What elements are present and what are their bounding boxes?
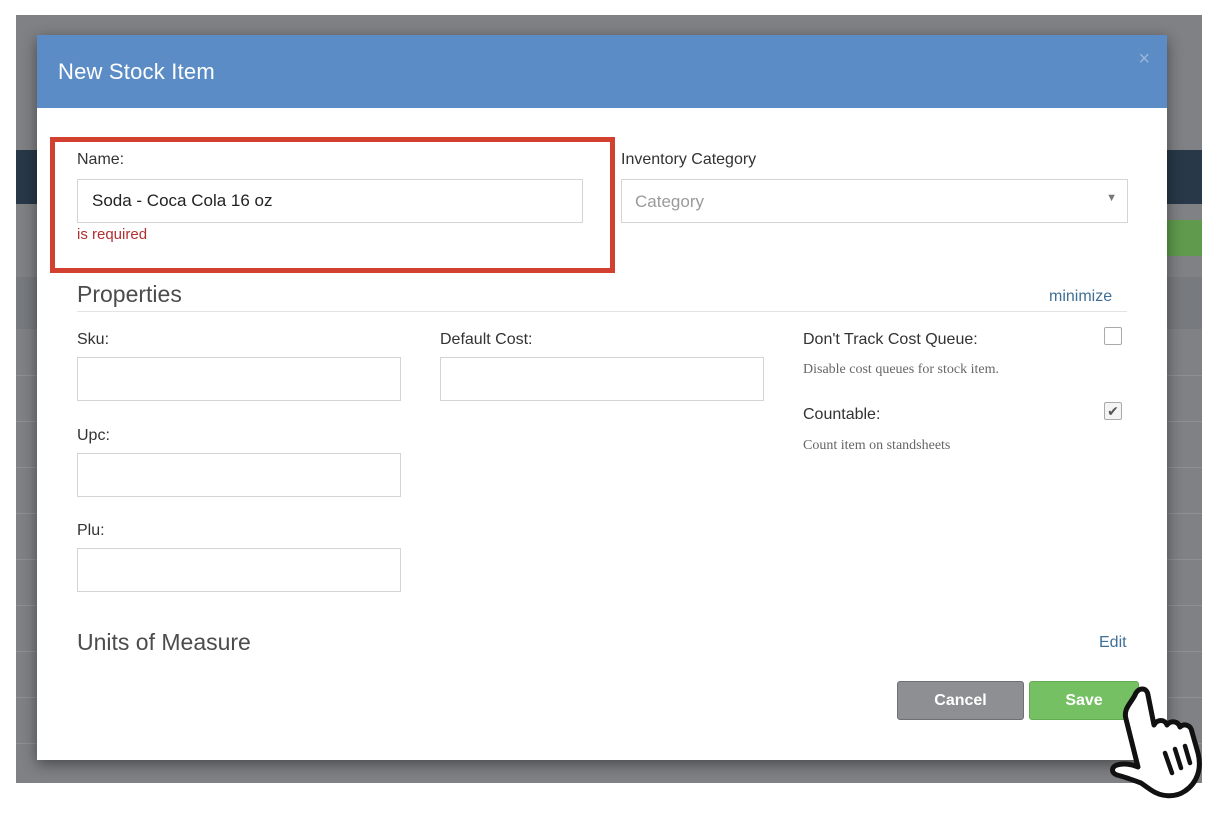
name-input[interactable] — [77, 179, 583, 223]
countable-label: Countable: — [803, 406, 881, 423]
default-cost-label: Default Cost: — [440, 331, 533, 348]
new-stock-item-modal: New Stock Item × Name: is required Inven… — [37, 35, 1167, 760]
minimize-link[interactable]: minimize — [1049, 288, 1112, 306]
default-cost-input[interactable] — [440, 357, 764, 401]
units-of-measure-heading: Units of Measure — [77, 629, 251, 655]
plu-input[interactable] — [77, 548, 401, 592]
name-error-message: is required — [77, 226, 148, 243]
dont-track-cost-queue-label: Don't Track Cost Queue: — [803, 331, 978, 348]
upc-label: Upc: — [77, 427, 110, 444]
checkmark-icon: ✔ — [1107, 402, 1119, 419]
dont-track-cost-queue-help: Disable cost queues for stock item. — [803, 362, 999, 377]
name-label: Name: — [77, 151, 125, 168]
properties-divider — [77, 311, 1127, 312]
inventory-category-placeholder: Category — [635, 192, 704, 211]
edit-units-link[interactable]: Edit — [1099, 634, 1127, 652]
cancel-button[interactable]: Cancel — [897, 681, 1024, 720]
modal-header: New Stock Item × — [37, 35, 1167, 108]
plu-label: Plu: — [77, 522, 105, 539]
chevron-down-icon: ▼ — [1106, 192, 1117, 204]
close-icon[interactable]: × — [1138, 48, 1150, 71]
countable-help: Count item on standsheets — [803, 438, 951, 453]
dont-track-cost-queue-checkbox[interactable] — [1104, 327, 1122, 345]
sku-label: Sku: — [77, 331, 110, 348]
countable-checkbox[interactable]: ✔ — [1104, 402, 1122, 420]
background-green-button — [1162, 220, 1202, 256]
inventory-category-select[interactable]: Category ▼ — [621, 179, 1128, 223]
inventory-category-label: Inventory Category — [621, 151, 757, 168]
modal-title: New Stock Item — [58, 59, 215, 84]
sku-input[interactable] — [77, 357, 401, 401]
upc-input[interactable] — [77, 453, 401, 497]
properties-heading: Properties — [77, 281, 182, 307]
hand-pointer-icon — [1110, 686, 1202, 799]
